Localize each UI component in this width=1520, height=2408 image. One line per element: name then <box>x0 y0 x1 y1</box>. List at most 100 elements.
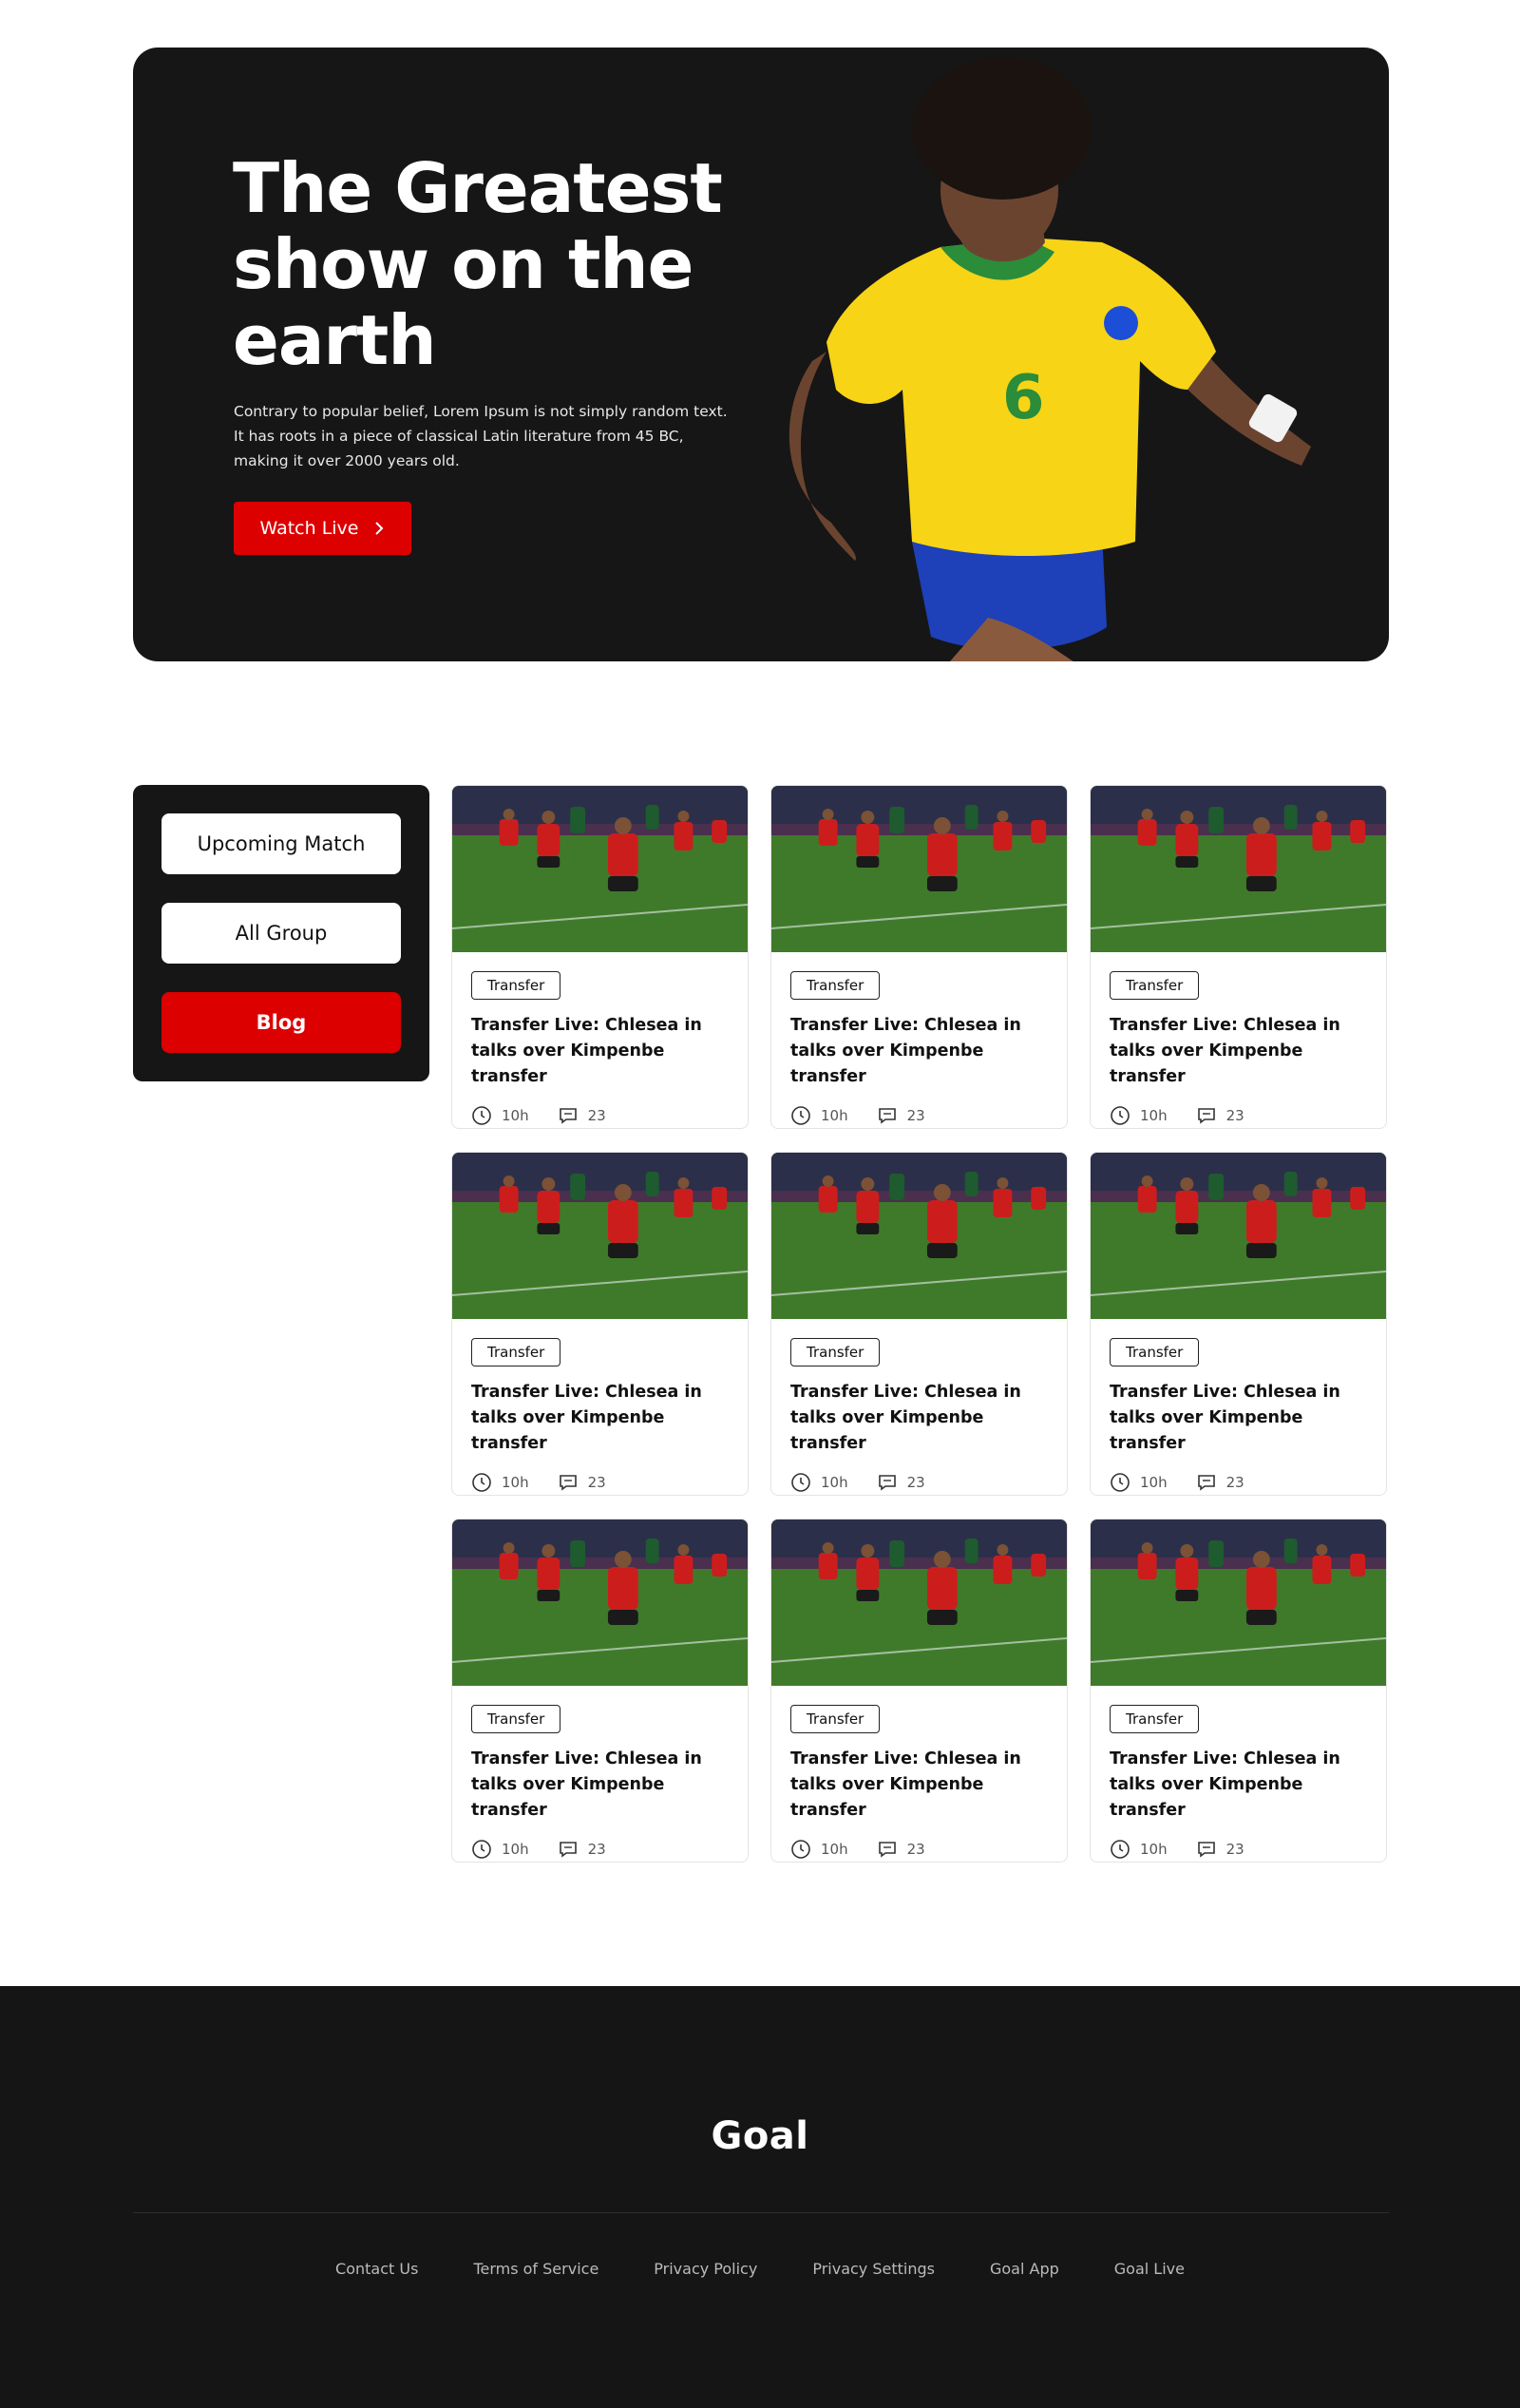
match-photo <box>771 786 1067 952</box>
news-card[interactable]: Transfer Transfer Live: Chlesea in talks… <box>451 1152 749 1496</box>
news-card[interactable]: Transfer Transfer Live: Chlesea in talks… <box>770 1152 1068 1496</box>
article-title[interactable]: Transfer Live: Chlesea in talks over Kim… <box>471 1013 729 1090</box>
category-sidebar: Upcoming Match All Group Blog <box>133 785 429 1081</box>
comment-icon <box>559 1842 577 1858</box>
comment-count: 23 <box>587 1474 606 1491</box>
article-title[interactable]: Transfer Live: Chlesea in talks over Kim… <box>790 1747 1048 1824</box>
chevron-right-icon <box>374 522 383 535</box>
clock-icon <box>472 1106 491 1125</box>
news-card[interactable]: Transfer Transfer Live: Chlesea in talks… <box>770 1519 1068 1863</box>
article-meta: 10h 23 <box>790 1105 1048 1126</box>
category-tag[interactable]: Transfer <box>790 971 881 1000</box>
article-title[interactable]: Transfer Live: Chlesea in talks over Kim… <box>790 1013 1048 1090</box>
clock-icon <box>1111 1840 1130 1859</box>
category-tag[interactable]: Transfer <box>471 971 561 1000</box>
jersey-number: 6 <box>1002 363 1045 433</box>
comment-count: 23 <box>906 1107 925 1124</box>
comment-icon <box>559 1475 577 1491</box>
comment-icon <box>1197 1475 1215 1491</box>
comment-count: 23 <box>587 1107 606 1124</box>
category-tag[interactable]: Transfer <box>790 1705 881 1733</box>
hero-title: The Greatest show on the earth <box>233 148 723 380</box>
clock-icon <box>472 1473 491 1492</box>
article-meta: 10h 23 <box>790 1472 1048 1493</box>
time-ago: 10h <box>1140 1474 1168 1491</box>
time-ago: 10h <box>1140 1841 1168 1858</box>
article-title[interactable]: Transfer Live: Chlesea in talks over Kim… <box>1110 1013 1367 1090</box>
news-card[interactable]: Transfer Transfer Live: Chlesea in talks… <box>1090 785 1387 1129</box>
footer-links: Contact Us Terms of Service Privacy Policy… <box>0 2260 1520 2278</box>
category-tag[interactable]: Transfer <box>471 1705 561 1733</box>
article-meta: 10h 23 <box>471 1839 729 1860</box>
category-tag[interactable]: Transfer <box>790 1338 881 1366</box>
news-card[interactable]: Transfer Transfer Live: Chlesea in talks… <box>1090 1152 1387 1496</box>
match-photo <box>452 1519 748 1686</box>
news-card[interactable]: Transfer Transfer Live: Chlesea in talks… <box>451 1519 749 1863</box>
match-photo <box>1091 1153 1386 1319</box>
article-meta: 10h 23 <box>790 1839 1048 1860</box>
article-title[interactable]: Transfer Live: Chlesea in talks over Kim… <box>1110 1747 1367 1824</box>
match-photo <box>452 786 748 952</box>
time-ago: 10h <box>821 1841 848 1858</box>
news-card[interactable]: Transfer Transfer Live: Chlesea in talks… <box>1090 1519 1387 1863</box>
comment-count: 23 <box>906 1841 925 1858</box>
time-ago: 10h <box>821 1474 848 1491</box>
comment-icon <box>878 1108 896 1124</box>
category-tag[interactable]: Transfer <box>1110 1338 1200 1366</box>
comment-icon <box>1197 1842 1215 1858</box>
category-tag[interactable]: Transfer <box>1110 971 1200 1000</box>
comment-count: 23 <box>1226 1841 1244 1858</box>
article-title[interactable]: Transfer Live: Chlesea in talks over Kim… <box>790 1380 1048 1457</box>
article-meta: 10h 23 <box>471 1105 729 1126</box>
clock-icon <box>791 1840 810 1859</box>
comment-count: 23 <box>906 1474 925 1491</box>
watch-live-button[interactable]: Watch Live <box>234 502 411 555</box>
match-photo <box>771 1153 1067 1319</box>
clock-icon <box>1111 1473 1130 1492</box>
footer-link[interactable]: Privacy Settings <box>812 2260 935 2278</box>
article-meta: 10h 23 <box>1110 1472 1367 1493</box>
footer-logo[interactable]: Goal <box>0 2114 1520 2158</box>
comment-count: 23 <box>587 1841 606 1858</box>
match-photo <box>771 1519 1067 1686</box>
footer-link[interactable]: Goal Live <box>1114 2260 1185 2278</box>
news-grid: Transfer Transfer Live: Chlesea in talks… <box>451 785 1388 1863</box>
category-tag[interactable]: Transfer <box>1110 1705 1200 1733</box>
article-title[interactable]: Transfer Live: Chlesea in talks over Kim… <box>471 1747 729 1824</box>
article-title[interactable]: Transfer Live: Chlesea in talks over Kim… <box>471 1380 729 1457</box>
footer-link[interactable]: Terms of Service <box>473 2260 598 2278</box>
category-tag[interactable]: Transfer <box>471 1338 561 1366</box>
match-photo <box>1091 1519 1386 1686</box>
comment-icon <box>878 1842 896 1858</box>
sidebar-item-blog[interactable]: Blog <box>162 992 401 1053</box>
article-title[interactable]: Transfer Live: Chlesea in talks over Kim… <box>1110 1380 1367 1457</box>
news-card[interactable]: Transfer Transfer Live: Chlesea in talks… <box>451 785 749 1129</box>
footer-link[interactable]: Goal App <box>990 2260 1059 2278</box>
sidebar-item-all-group[interactable]: All Group <box>162 903 401 964</box>
article-meta: 10h 23 <box>1110 1839 1367 1860</box>
match-photo <box>1091 786 1386 952</box>
time-ago: 10h <box>821 1107 848 1124</box>
clock-icon <box>1111 1106 1130 1125</box>
footer <box>0 1986 1520 2408</box>
time-ago: 10h <box>502 1474 529 1491</box>
clock-icon <box>472 1840 491 1859</box>
time-ago: 10h <box>1140 1107 1168 1124</box>
hero-banner: The Greatest show on the earth Contrary … <box>133 48 1389 661</box>
hero-description: Contrary to popular belief, Lorem Ipsum … <box>234 403 728 469</box>
comment-count: 23 <box>1226 1107 1244 1124</box>
footer-divider <box>133 2212 1389 2213</box>
time-ago: 10h <box>502 1841 529 1858</box>
footer-link[interactable]: Contact Us <box>335 2260 418 2278</box>
player-image: 6 <box>788 57 1311 661</box>
match-photo <box>452 1153 748 1319</box>
clock-icon <box>791 1106 810 1125</box>
article-meta: 10h 23 <box>471 1472 729 1493</box>
comment-icon <box>1197 1108 1215 1124</box>
sidebar-item-upcoming-match[interactable]: Upcoming Match <box>162 813 401 874</box>
comment-count: 23 <box>1226 1474 1244 1491</box>
time-ago: 10h <box>502 1107 529 1124</box>
footer-link[interactable]: Privacy Policy <box>654 2260 757 2278</box>
comment-icon <box>878 1475 896 1491</box>
news-card[interactable]: Transfer Transfer Live: Chlesea in talks… <box>770 785 1068 1129</box>
